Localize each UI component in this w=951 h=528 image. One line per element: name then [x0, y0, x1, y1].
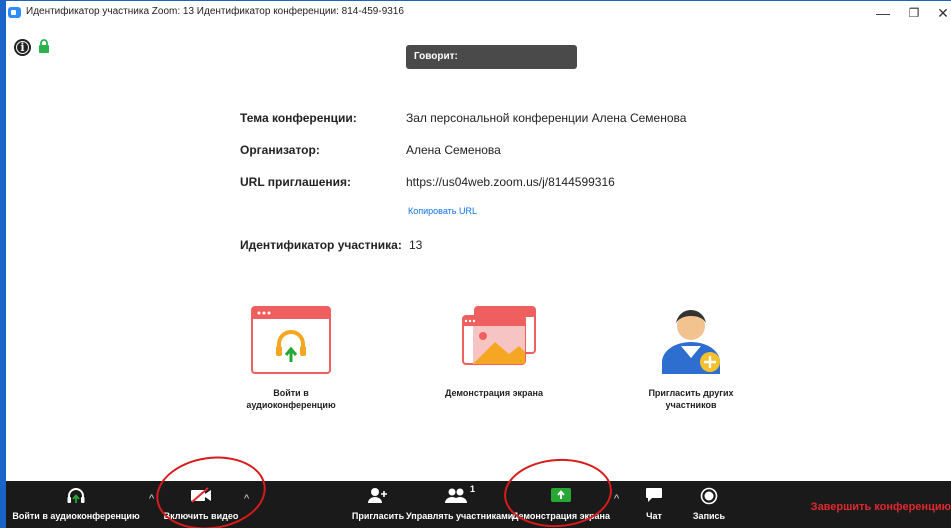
share-screen-button[interactable]: Демонстрация экрана — [511, 481, 611, 528]
meeting-toolbar: Войти в аудиоконференцию ^ Включить виде… — [6, 481, 951, 528]
host-value: Алена Семенова — [406, 143, 501, 157]
share-screen-icon — [449, 306, 539, 378]
topic-value: Зал персональной конференции Алена Семен… — [406, 111, 687, 125]
speaking-indicator: Говорит: — [406, 45, 577, 69]
minimize-button[interactable]: — — [868, 4, 898, 22]
chat-label: Чат — [646, 511, 662, 521]
chat-icon — [645, 487, 663, 508]
invite-button[interactable]: Пригласить — [349, 481, 407, 528]
join-audio-action[interactable]: Войти в аудиоконференцию — [226, 306, 356, 411]
chat-button[interactable]: Чат — [634, 481, 674, 528]
start-video-label: Включить видео — [163, 511, 239, 521]
record-icon — [700, 487, 718, 510]
invite-action[interactable]: Пригласить других участников — [636, 306, 746, 411]
join-audio-action-label: Войти в аудиоконференцию — [246, 388, 336, 410]
invite-person-icon — [367, 487, 389, 508]
participant-id-value: 13 — [409, 238, 423, 252]
participant-id-label: Идентификатор участника: — [240, 238, 402, 252]
info-icon[interactable]: i — [14, 39, 31, 56]
end-meeting-button[interactable]: Завершить конференцию — [811, 501, 951, 513]
title-bar: Идентификатор участника Zoom: 13 Идентиф… — [6, 1, 951, 29]
headphones-icon — [66, 487, 86, 510]
video-off-icon — [190, 487, 212, 508]
share-screen-icon — [550, 487, 572, 508]
zoom-logo-icon — [8, 7, 21, 18]
url-label: URL приглашения: — [240, 175, 352, 189]
invite-action-label: Пригласить других участников — [648, 388, 734, 410]
zoom-window: Идентификатор участника Zoom: 13 Идентиф… — [0, 0, 951, 528]
join-audio-label: Войти в аудиоконференцию — [12, 511, 140, 521]
share-screen-action[interactable]: Демонстрация экрана — [424, 306, 564, 399]
lock-icon[interactable] — [38, 39, 50, 53]
speaking-label: Говорит: — [414, 51, 458, 62]
start-video-button[interactable]: Включить видео — [156, 481, 246, 528]
url-value: https://us04web.zoom.us/j/8144599316 — [406, 175, 615, 189]
invite-label: Пригласить — [351, 511, 405, 521]
window-title: Идентификатор участника Zoom: 13 Идентиф… — [26, 6, 404, 17]
copy-url-link[interactable]: Копировать URL — [408, 206, 477, 216]
share-screen-label: Демонстрация экрана — [511, 511, 611, 521]
invite-person-icon — [654, 309, 728, 378]
audio-options-caret[interactable]: ^ — [149, 493, 154, 505]
close-button[interactable]: ✕ — [928, 4, 951, 22]
share-options-caret[interactable]: ^ — [614, 493, 619, 505]
headphones-icon — [251, 306, 331, 378]
host-label: Организатор: — [240, 143, 320, 157]
share-screen-action-label: Демонстрация экрана — [444, 388, 544, 398]
topic-label: Тема конференции: — [240, 111, 357, 125]
record-label: Запись — [692, 511, 726, 521]
participants-count: 1 — [470, 484, 476, 494]
join-audio-button[interactable]: Войти в аудиоконференцию — [6, 481, 146, 528]
record-button[interactable]: Запись — [684, 481, 734, 528]
video-options-caret[interactable]: ^ — [244, 493, 249, 505]
manage-participants-label: Управлять участниками — [406, 511, 514, 521]
restore-button[interactable]: ❐ — [899, 4, 929, 22]
participants-icon — [445, 487, 467, 508]
manage-participants-button[interactable]: 1 Управлять участниками — [406, 481, 514, 528]
